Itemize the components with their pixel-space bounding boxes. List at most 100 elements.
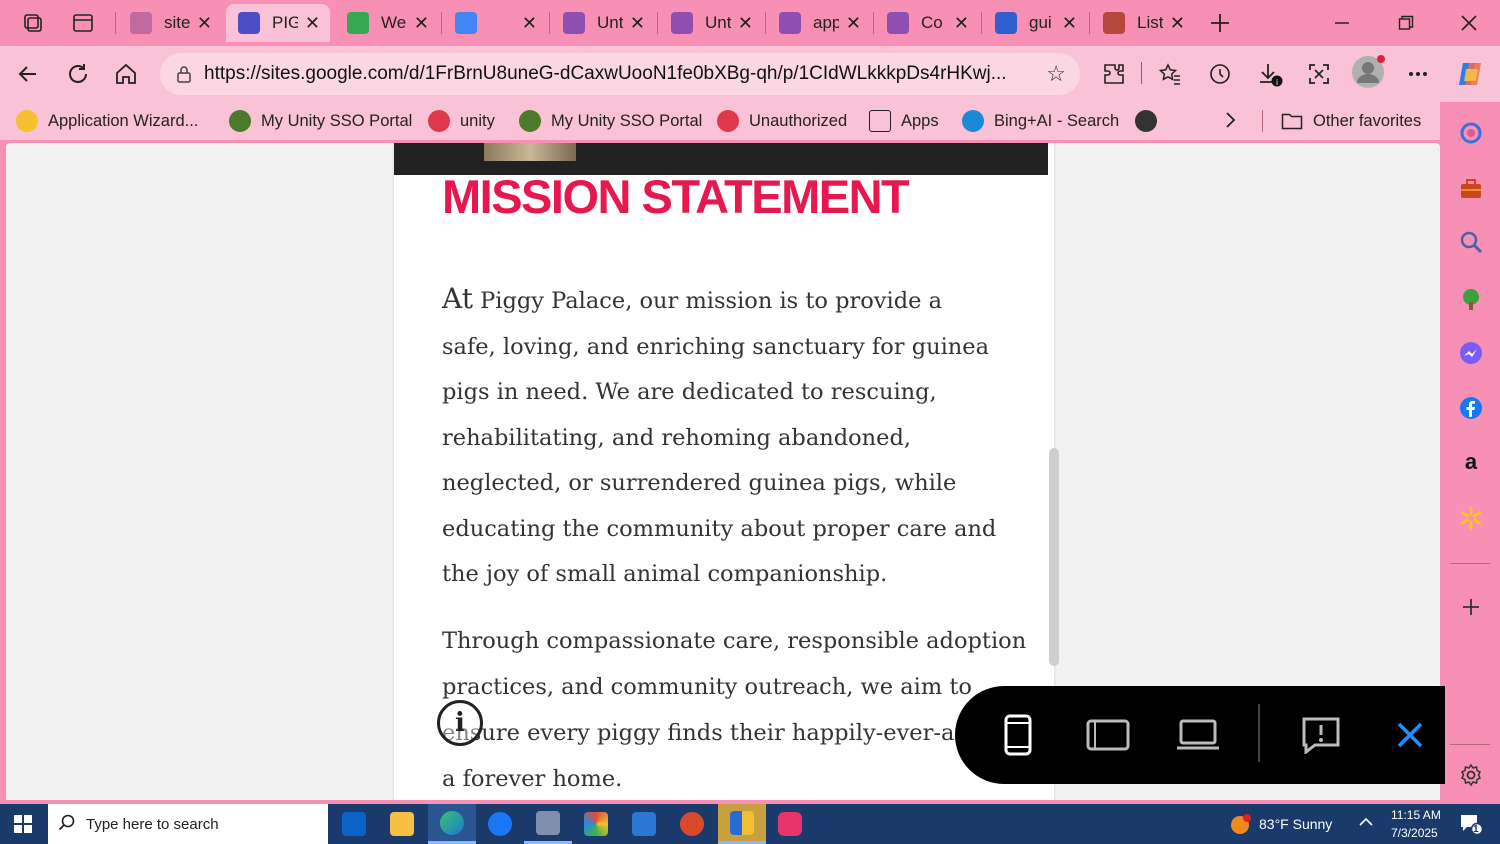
history-icon[interactable] xyxy=(1202,56,1238,92)
tab-strip: site ✕ PIG ✕ We ✕ ✕ Unt ✕ Unt ✕ app ✕ Co ✕ gui ✕ List ✕ xyxy=(0,0,1500,46)
photos-app-icon[interactable] xyxy=(572,804,620,844)
tab-5[interactable]: Unt ✕ xyxy=(551,4,655,42)
bookmark-item[interactable]: Unauthorized xyxy=(717,110,847,132)
url-text[interactable]: https://sites.google.com/d/1FrBrnU8uneG-… xyxy=(204,63,1024,85)
amazon-icon[interactable]: a xyxy=(1457,448,1485,476)
close-window-button[interactable] xyxy=(1449,8,1489,38)
walmart-icon[interactable] xyxy=(1457,504,1485,532)
bookmark-item[interactable]: Apps xyxy=(869,110,939,132)
site-info-icon[interactable] xyxy=(164,65,204,83)
svg-text:i: i xyxy=(1276,78,1278,87)
copilot-sidebar-icon[interactable] xyxy=(1457,119,1485,147)
add-sidebar-app-icon[interactable] xyxy=(1457,593,1485,621)
taskbar-search[interactable]: Type here to search xyxy=(48,804,328,844)
close-tab-icon[interactable]: ✕ xyxy=(1062,13,1077,34)
downloads-icon[interactable]: i xyxy=(1252,56,1288,92)
close-tab-icon[interactable]: ✕ xyxy=(522,13,537,34)
unity-app-icon[interactable] xyxy=(668,804,716,844)
bookmark-item[interactable]: unity xyxy=(428,110,495,132)
refresh-button[interactable] xyxy=(60,56,96,92)
workspaces-icon[interactable] xyxy=(22,12,44,34)
bookmark-item[interactable] xyxy=(1135,110,1167,132)
close-tab-icon[interactable]: ✕ xyxy=(305,13,320,34)
tab-10[interactable]: List ✕ xyxy=(1091,4,1195,42)
info-icon[interactable]: i xyxy=(437,700,483,746)
page-scrollbar[interactable] xyxy=(1049,448,1059,666)
tab-title: gui xyxy=(1029,13,1052,32)
bookmark-item[interactable]: My Unity SSO Portal xyxy=(229,110,412,132)
laptop-preview-icon[interactable] xyxy=(1173,710,1223,760)
tablet-preview-icon[interactable] xyxy=(1083,710,1133,760)
messenger-icon[interactable] xyxy=(1457,339,1485,367)
weather-icon[interactable] xyxy=(1230,813,1252,838)
favorite-star-icon[interactable]: ☆ xyxy=(1046,61,1066,87)
tab-actions-icon[interactable] xyxy=(72,12,94,34)
store-app-icon[interactable] xyxy=(620,804,668,844)
tab-6[interactable]: Unt ✕ xyxy=(659,4,763,42)
folder-icon xyxy=(1281,110,1303,132)
close-tab-icon[interactable]: ✕ xyxy=(954,13,969,34)
tab-9[interactable]: gui ✕ xyxy=(983,4,1087,42)
phone-preview-icon[interactable] xyxy=(993,710,1043,760)
clock-time[interactable]: 11:15 AM xyxy=(1391,808,1441,822)
notifications-icon[interactable] xyxy=(1459,813,1484,838)
creative-cloud-icon[interactable] xyxy=(766,804,814,844)
bookmark-label: unity xyxy=(460,111,495,130)
home-button[interactable] xyxy=(108,56,144,92)
clock-date[interactable]: 7/3/2025 xyxy=(1391,826,1438,840)
back-button[interactable] xyxy=(10,56,46,92)
search-placeholder: Type here to search xyxy=(86,815,219,833)
close-tab-icon[interactable]: ✕ xyxy=(846,13,861,34)
tab-7[interactable]: app ✕ xyxy=(767,4,871,42)
weather-text[interactable]: 83°F Sunny xyxy=(1259,816,1332,832)
minimize-button[interactable] xyxy=(1322,8,1362,38)
sidebar-settings-icon[interactable] xyxy=(1457,761,1485,789)
forms-icon xyxy=(563,12,585,34)
bookmark-item[interactable]: Bing+AI - Search xyxy=(962,110,1119,132)
browser-window: site ✕ PIG ✕ We ✕ ✕ Unt ✕ Unt ✕ app ✕ Co ✕ gui ✕ List ✕ ht… xyxy=(0,0,1500,844)
app-icon[interactable] xyxy=(524,804,572,844)
outreach-paragraph: Through compassionate care, responsible … xyxy=(442,628,1027,792)
start-button[interactable] xyxy=(0,804,46,844)
tools-icon[interactable] xyxy=(1457,175,1485,203)
close-tab-icon[interactable]: ✕ xyxy=(1170,13,1185,34)
favorites-icon[interactable] xyxy=(1152,56,1188,92)
show-hidden-icons-chevron-icon[interactable] xyxy=(1358,814,1374,833)
tab-3[interactable]: We ✕ xyxy=(335,4,439,42)
restore-button[interactable] xyxy=(1386,8,1426,38)
file-explorer-icon[interactable] xyxy=(378,804,426,844)
notification-count: 1 xyxy=(1473,824,1479,835)
search-icon[interactable] xyxy=(1457,228,1485,256)
close-tab-icon[interactable]: ✕ xyxy=(414,13,429,34)
address-bar[interactable]: https://sites.google.com/d/1FrBrnU8uneG-… xyxy=(160,53,1080,95)
tab-1[interactable]: site ✕ xyxy=(118,4,222,42)
copilot-icon[interactable] xyxy=(1452,56,1488,92)
profile-avatar[interactable] xyxy=(1350,54,1386,90)
close-tab-icon[interactable]: ✕ xyxy=(197,13,212,34)
wizard-icon xyxy=(16,110,38,132)
screenshot-icon[interactable] xyxy=(1301,56,1337,92)
facebook-icon[interactable] xyxy=(1457,394,1485,422)
tab-2[interactable]: PIG ✕ xyxy=(226,4,330,42)
tab-4[interactable]: ✕ xyxy=(443,4,547,42)
bookmark-label: My Unity SSO Portal xyxy=(261,111,413,130)
report-issue-icon[interactable] xyxy=(1296,710,1346,760)
facebook-app-icon[interactable] xyxy=(476,804,524,844)
close-tab-icon[interactable]: ✕ xyxy=(738,13,753,34)
outlook-app-icon[interactable] xyxy=(330,804,378,844)
more-favorites-chevron-icon[interactable] xyxy=(1220,110,1240,130)
tab-8[interactable]: Co ✕ xyxy=(875,4,979,42)
other-favorites-folder[interactable]: Other favorites xyxy=(1281,110,1421,132)
security-app-icon[interactable] xyxy=(718,804,766,844)
new-tab-button[interactable] xyxy=(1200,8,1240,38)
extensions-icon[interactable] xyxy=(1096,56,1132,92)
games-icon[interactable] xyxy=(1457,285,1485,313)
bookmark-item[interactable]: My Unity SSO Portal xyxy=(519,110,702,132)
close-tab-icon[interactable]: ✕ xyxy=(630,13,645,34)
more-menu-icon[interactable] xyxy=(1400,56,1436,92)
site-page: MISSION STATEMENT At Piggy Palace, our m… xyxy=(394,143,1054,800)
close-preview-icon[interactable] xyxy=(1385,710,1435,760)
edge-app-icon[interactable] xyxy=(428,804,476,844)
bookmark-item[interactable]: Application Wizard... xyxy=(16,110,198,132)
address-toolbar: https://sites.google.com/d/1FrBrnU8uneG-… xyxy=(0,46,1500,102)
